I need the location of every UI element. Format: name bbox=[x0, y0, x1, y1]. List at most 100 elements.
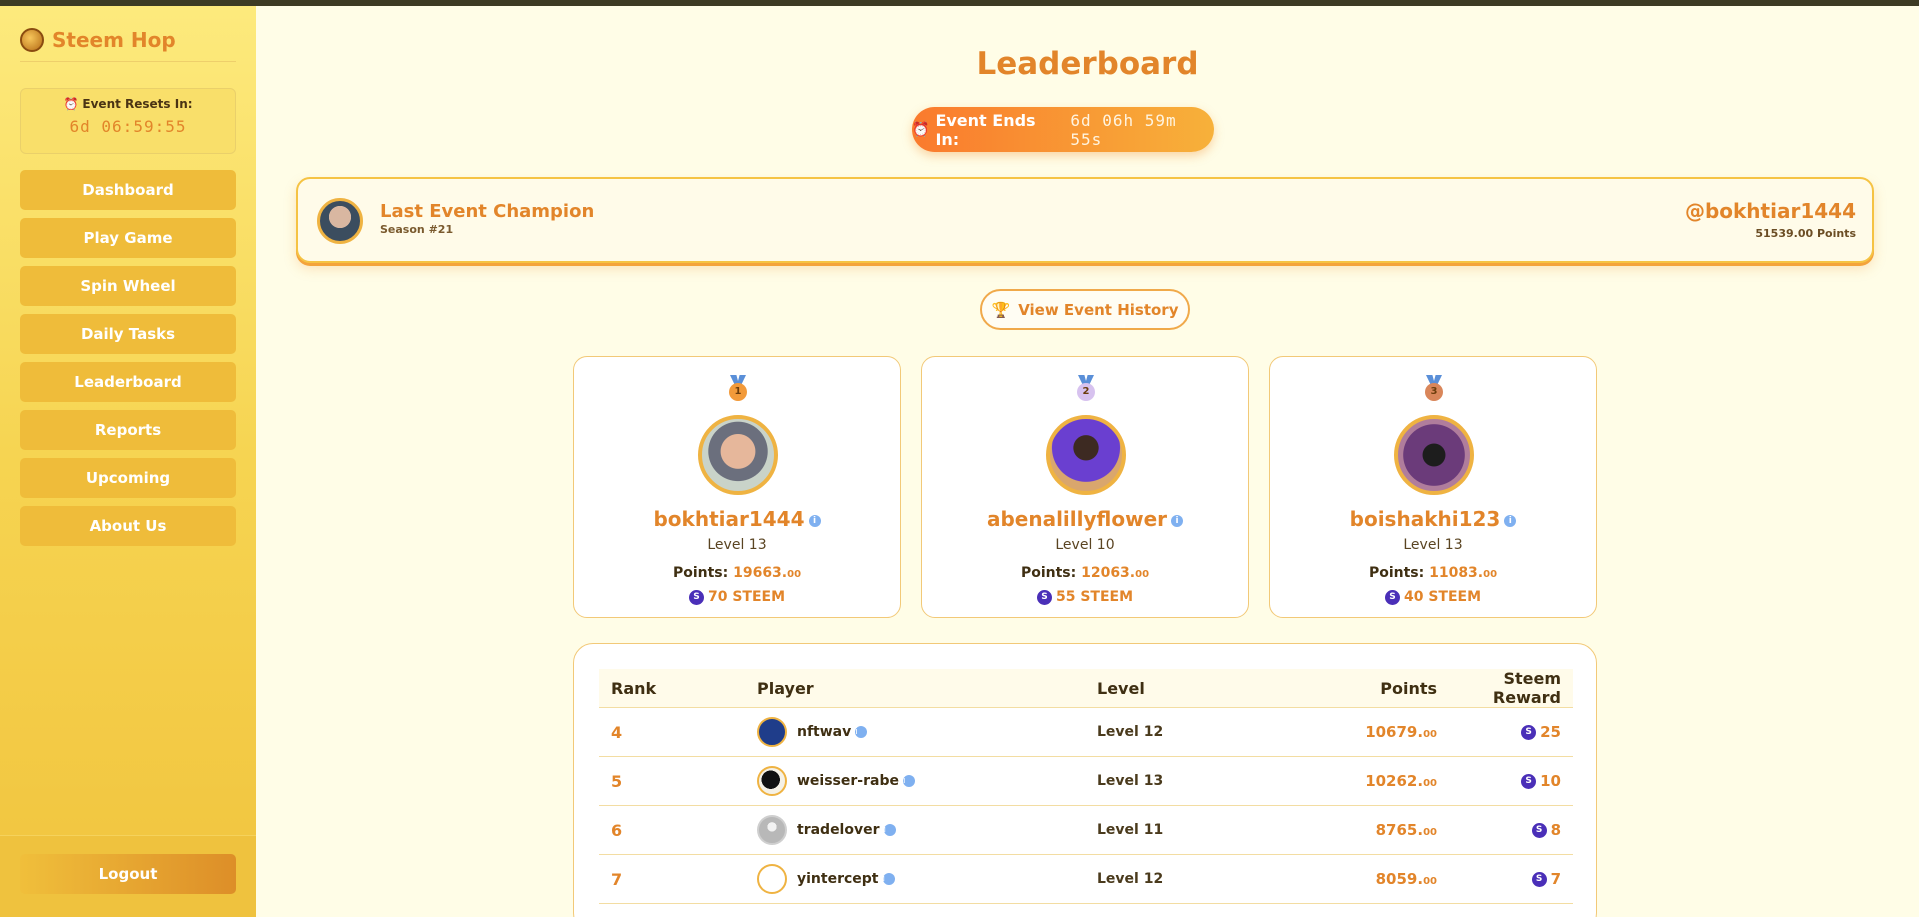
header-level: Level bbox=[1097, 669, 1257, 708]
champion-season: Season #21 bbox=[380, 223, 454, 236]
points-label: Points: bbox=[1368, 565, 1425, 581]
player-name[interactable]: weisser-rabe bbox=[797, 773, 899, 789]
nav-about-us[interactable]: About Us bbox=[20, 506, 236, 546]
avatar[interactable] bbox=[1046, 415, 1126, 495]
info-icon[interactable]: i bbox=[855, 726, 868, 738]
avatar[interactable] bbox=[757, 717, 787, 747]
main-content: Leaderboard ⏰ Event Ends In: 6d 06h 59m … bbox=[256, 6, 1919, 917]
steem-reward: 25 bbox=[1540, 723, 1561, 741]
rank-cell: 5 bbox=[599, 756, 757, 806]
table-row: 4 nftwav i Level 12 10679.00 S 25 bbox=[599, 707, 1573, 757]
podium-card-third: 3 boishakhi123 i Level 13 Points: 11083.0… bbox=[1269, 356, 1597, 618]
logout-button[interactable]: Logout bbox=[20, 854, 236, 894]
alarm-clock-icon: ⏰ bbox=[63, 97, 79, 111]
nav-spin-wheel[interactable]: Spin Wheel bbox=[20, 266, 236, 306]
sidebar-footer: Logout bbox=[0, 835, 256, 917]
player-name[interactable]: tradelover bbox=[797, 822, 880, 838]
info-icon[interactable]: i bbox=[882, 873, 895, 885]
player-name[interactable]: bokhtiar1444 bbox=[653, 507, 804, 531]
steem-reward: 10 bbox=[1540, 772, 1561, 790]
info-icon[interactable]: i bbox=[1171, 514, 1184, 527]
event-ends-timer: 6d 06h 59m 55s bbox=[1070, 110, 1177, 149]
nav-dashboard[interactable]: Dashboard bbox=[20, 170, 236, 210]
table-row: 5 weisser-rabe i Level 13 10262.00 S 10 bbox=[599, 756, 1573, 806]
rank-cell: 7 bbox=[599, 854, 757, 904]
steem-icon: S bbox=[1036, 589, 1052, 605]
info-icon[interactable]: i bbox=[808, 514, 821, 527]
alarm-clock-icon: ⏰ bbox=[912, 121, 930, 138]
player-name[interactable]: yintercept bbox=[797, 871, 879, 887]
steem-reward: 7 bbox=[1550, 870, 1561, 888]
level-cell: Level 12 bbox=[1097, 854, 1257, 904]
level-cell: Level 11 bbox=[1097, 805, 1257, 855]
rank-cell: 6 bbox=[599, 805, 757, 855]
player-name[interactable]: nftwav bbox=[797, 724, 851, 740]
player-level: Level 10 bbox=[1055, 537, 1115, 553]
player-level: Level 13 bbox=[1403, 537, 1463, 553]
event-ends-pill: ⏰ Event Ends In: 6d 06h 59m 55s bbox=[912, 107, 1214, 152]
event-reset-timer: 6d 06:59:55 bbox=[69, 117, 187, 136]
points-value: 8059. bbox=[1375, 870, 1424, 888]
points-decimal: 00 bbox=[787, 569, 802, 580]
points-label: Points: bbox=[1020, 565, 1077, 581]
event-reset-box: ⏰ Event Resets In: 6d 06:59:55 bbox=[20, 88, 236, 154]
header-rank: Rank bbox=[599, 669, 757, 708]
steem-icon: S bbox=[1384, 589, 1400, 605]
steem-reward: 40 STEEM bbox=[1403, 589, 1482, 605]
podium-card-second: 2 abenalillyflower i Level 10 Points: 120… bbox=[921, 356, 1249, 618]
leaderboard-table: Rank Player Level Points Steem Reward 4 … bbox=[599, 669, 1573, 904]
top-bar bbox=[0, 0, 1919, 6]
info-icon[interactable]: i bbox=[1504, 514, 1517, 527]
event-reset-label: Event Resets In: bbox=[82, 97, 193, 111]
steem-reward: 8 bbox=[1550, 821, 1561, 839]
leaderboard-table-card: Rank Player Level Points Steem Reward 4 … bbox=[573, 643, 1597, 917]
table-row: 6 tradelover i Level 11 8765.00 S8 bbox=[599, 805, 1573, 855]
view-event-history-button[interactable]: 🏆 View Event History bbox=[980, 289, 1190, 330]
sidebar-nav: Dashboard Play Game Spin Wheel Daily Tas… bbox=[20, 170, 236, 546]
champion-username[interactable]: @bokhtiar1444 bbox=[1685, 199, 1856, 223]
last-champion-card: Last Event Champion Season #21 @bokhtiar… bbox=[296, 177, 1874, 263]
brand-name: Steem Hop bbox=[52, 27, 176, 52]
avatar[interactable] bbox=[757, 815, 787, 845]
points-label: Points: bbox=[672, 565, 729, 581]
avatar[interactable] bbox=[757, 766, 787, 796]
steem-icon: S bbox=[1531, 823, 1547, 838]
player-name[interactable]: abenalillyflower bbox=[987, 507, 1167, 531]
points-decimal: 00 bbox=[1483, 569, 1498, 580]
brand[interactable]: Steem Hop bbox=[20, 18, 236, 62]
points-value: 12063. bbox=[1081, 565, 1136, 581]
player-name[interactable]: boishakhi123 bbox=[1350, 507, 1501, 531]
header-player: Player bbox=[757, 669, 1097, 708]
points-decimal: 00 bbox=[1423, 876, 1437, 887]
nav-daily-tasks[interactable]: Daily Tasks bbox=[20, 314, 236, 354]
nav-reports[interactable]: Reports bbox=[20, 410, 236, 450]
table-row: 7 yintercept i Level 12 8059.00 S7 bbox=[599, 854, 1573, 904]
steem-icon: S bbox=[1521, 725, 1537, 740]
player-level: Level 13 bbox=[707, 537, 767, 553]
avatar[interactable] bbox=[1394, 415, 1474, 495]
table-header-row: Rank Player Level Points Steem Reward bbox=[599, 669, 1573, 708]
avatar[interactable] bbox=[698, 415, 778, 495]
points-value: 11083. bbox=[1429, 565, 1484, 581]
level-cell: Level 13 bbox=[1097, 756, 1257, 806]
header-steem-reward: Steem Reward bbox=[1437, 669, 1573, 708]
info-icon[interactable]: i bbox=[902, 775, 915, 787]
steem-reward: 55 STEEM bbox=[1055, 589, 1134, 605]
info-icon[interactable]: i bbox=[883, 824, 896, 836]
points-decimal: 00 bbox=[1423, 827, 1437, 838]
points-value: 19663. bbox=[733, 565, 788, 581]
champion-avatar bbox=[317, 198, 363, 244]
nav-leaderboard[interactable]: Leaderboard bbox=[20, 362, 236, 402]
points-decimal: 00 bbox=[1135, 569, 1150, 580]
nav-upcoming[interactable]: Upcoming bbox=[20, 458, 236, 498]
steem-icon: S bbox=[688, 589, 704, 605]
points-value: 10262. bbox=[1365, 772, 1424, 790]
trophy-icon: 🏆 bbox=[991, 300, 1011, 319]
nav-play-game[interactable]: Play Game bbox=[20, 218, 236, 258]
steem-icon: S bbox=[1531, 872, 1547, 887]
points-decimal: 00 bbox=[1423, 778, 1437, 789]
podium-card-first: 1 bokhtiar1444 i Level 13 Points: 19663.0… bbox=[573, 356, 901, 618]
event-ends-label: Event Ends In: bbox=[935, 110, 1036, 149]
avatar[interactable] bbox=[757, 864, 787, 894]
rank-cell: 4 bbox=[599, 707, 757, 757]
